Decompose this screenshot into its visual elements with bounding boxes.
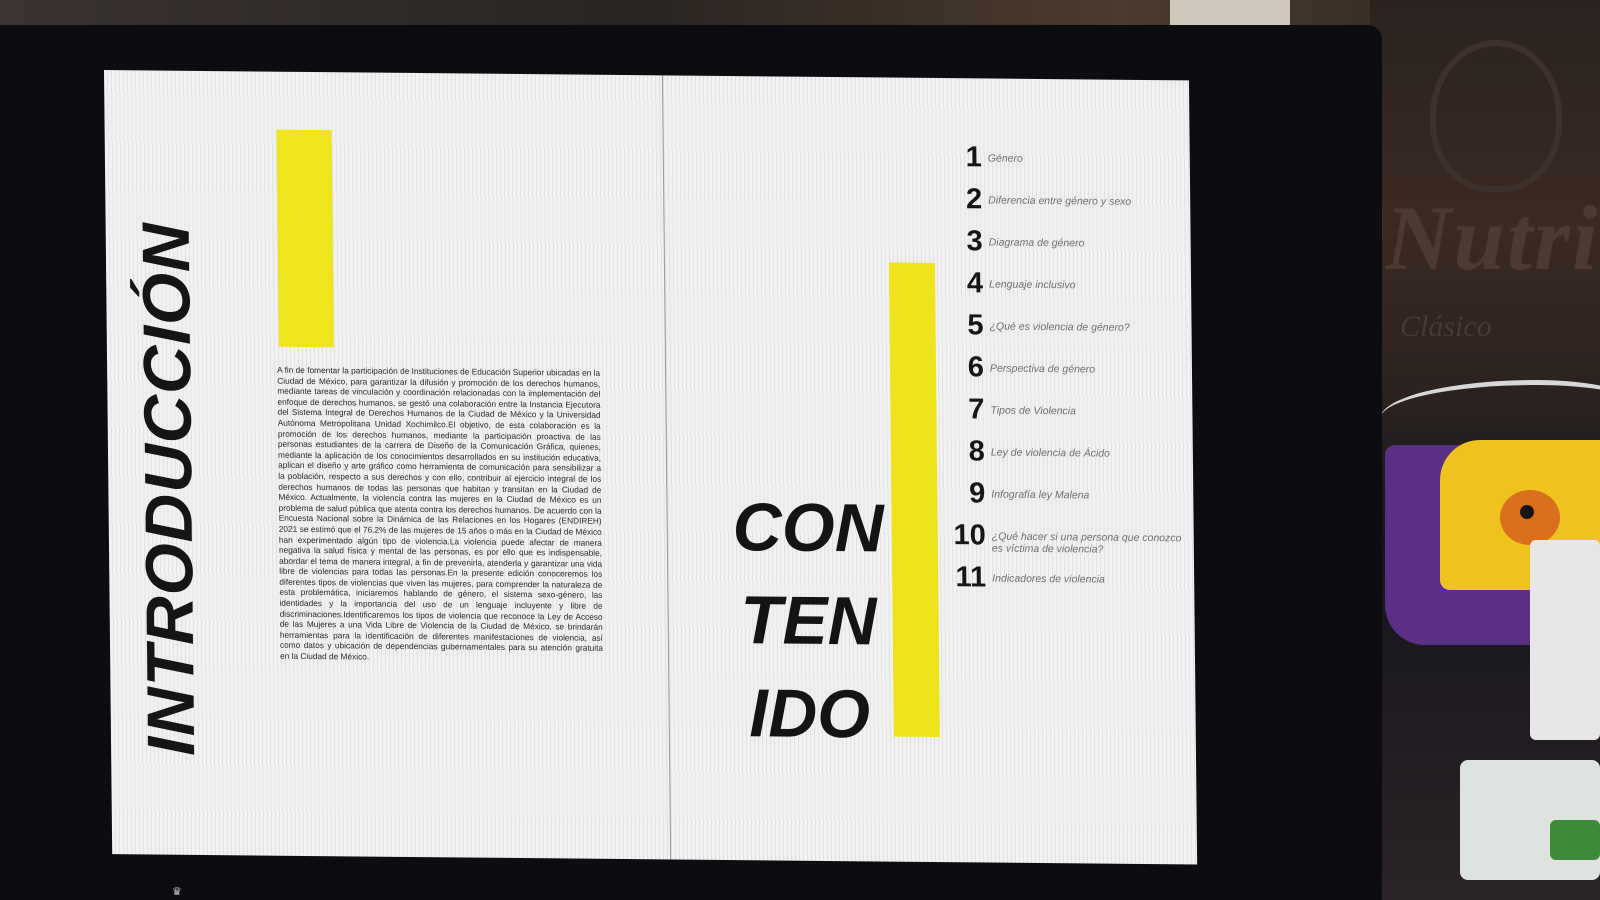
- toc-number: 8: [968, 435, 986, 468]
- toc-number: 5: [967, 309, 984, 342]
- toc-number: 4: [966, 267, 984, 300]
- toc-item[interactable]: 7 Tipos de Violencia: [934, 393, 1184, 437]
- toc-label: ¿Qué es violencia de género?: [989, 320, 1130, 334]
- toc-label: Lenguaje inclusivo: [989, 278, 1076, 292]
- monitor-logo-icon: ♛: [172, 886, 182, 898]
- toc-label: Ley de violencia de Ácido: [990, 446, 1111, 460]
- toc-item[interactable]: 3 Diagrama de género: [932, 225, 1182, 269]
- toc-number: 6: [967, 351, 985, 384]
- toc-number: 9: [968, 477, 986, 510]
- toc-label: Diferencia entre género y sexo: [988, 194, 1132, 208]
- toc-label: Infografía ley Malena: [991, 488, 1090, 502]
- toc-label: Perspectiva de género: [989, 362, 1096, 376]
- page-introduction: INTRODUCCIÓN A fin de fomentar la partic…: [104, 70, 670, 859]
- toc-item[interactable]: 6 Perspectiva de género: [934, 351, 1184, 395]
- toc-item[interactable]: 8 Ley de violencia de Ácido: [935, 435, 1185, 479]
- toc-label: ¿Qué hacer si una persona que conozco es…: [991, 530, 1182, 556]
- toc-item[interactable]: 11 Indicadores de violencia: [936, 561, 1186, 605]
- intro-heading: INTRODUCCIÓN: [128, 222, 210, 757]
- contents-heading: CON TEN IDO: [732, 481, 885, 761]
- bag-subtitle-text: Clásico: [1400, 310, 1492, 343]
- toc-item[interactable]: 4 Lenguaje inclusivo: [933, 267, 1183, 311]
- power-strip-switch: [1550, 820, 1600, 860]
- intro-body-text: A fin de fomentar la participación de In…: [277, 364, 604, 662]
- toc-item[interactable]: 2 Diferencia entre género y sexo: [932, 183, 1182, 227]
- toc-number: 2: [965, 183, 983, 216]
- toc-number: 11: [955, 561, 987, 594]
- toc-label: Diagrama de género: [988, 236, 1085, 250]
- contents-heading-line-2: TEN: [740, 582, 878, 660]
- toc-label: Indicadores de violencia: [992, 572, 1105, 586]
- toc-number: 7: [968, 393, 985, 426]
- power-adapter: [1530, 540, 1600, 740]
- contents-accent-bar: [888, 262, 940, 738]
- toc-item[interactable]: 10 ¿Qué hacer si una persona que conozco …: [936, 519, 1186, 563]
- intro-accent-bar: [276, 129, 334, 348]
- toc-item[interactable]: 5 ¿Qué es violencia de género?: [933, 309, 1183, 353]
- toc-label: Género: [987, 152, 1023, 165]
- toc-number: 3: [966, 225, 983, 258]
- toc-item[interactable]: 1 Género: [932, 141, 1182, 185]
- table-of-contents: 1 Género 2 Diferencia entre género y sexo …: [932, 141, 1187, 605]
- page-contents: CON TEN IDO 1 Género 2 Diferencia entre gé…: [661, 75, 1198, 865]
- contents-heading-line-1: CON: [732, 489, 885, 567]
- toc-item[interactable]: 9 Infografía ley Malena: [935, 477, 1185, 521]
- toc-label: Tipos de Violencia: [990, 404, 1077, 418]
- cow-mascot-graphic: [1430, 40, 1562, 192]
- toc-number: 10: [953, 519, 986, 552]
- contents-heading-line-3: IDO: [748, 675, 871, 753]
- fabric-spot-dark: [1520, 505, 1534, 519]
- document-spread: INTRODUCCIÓN A fin de fomentar la partic…: [104, 70, 1198, 865]
- toc-number: 1: [965, 141, 982, 174]
